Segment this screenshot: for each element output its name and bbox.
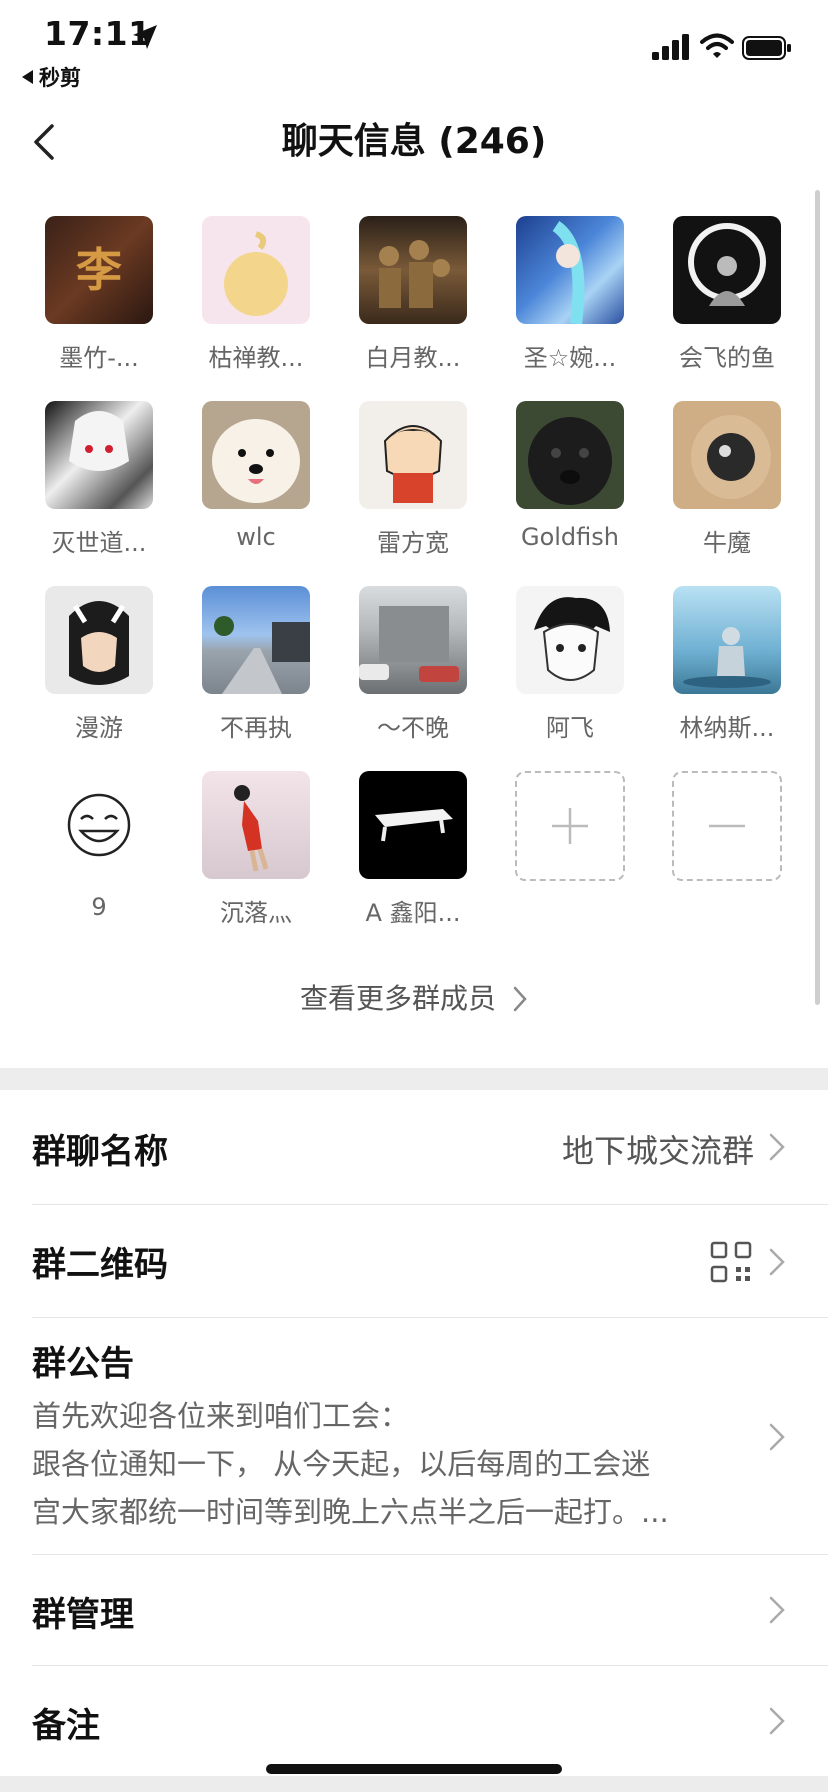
section-divider [0,1068,828,1090]
member-name: 圣☆婉... [523,344,617,372]
avatar [673,586,781,694]
member-item[interactable]: 雷方宽 [343,401,483,558]
scrollbar[interactable] [815,190,820,1005]
member-name: A 鑫阳... [365,899,461,927]
location-arrow-icon [133,25,157,49]
member-item[interactable]: 林纳斯... [657,586,797,743]
avatar [202,216,310,324]
member-item[interactable]: 牛魔 [657,401,797,558]
remark-label: 备注 [32,1706,100,1746]
member-name: ～不晚 [377,714,449,742]
member-item[interactable]: 会飞的鱼 [657,216,797,373]
plus-icon [552,808,588,844]
group-qr-row[interactable]: 群二维码 [32,1205,828,1318]
member-name: 沉落灬 [220,899,292,927]
back-triangle-icon [22,70,33,84]
group-notice-row[interactable]: 群公告 首先欢迎各位来到咱们工会： 跟各位通知一下， 从今天起，以后每周的工会迷… [32,1318,828,1555]
group-manage-row[interactable]: 群管理 [32,1555,828,1666]
avatar [673,401,781,509]
chevron-right-icon [769,1596,785,1624]
member-item[interactable]: Goldfish [500,401,640,551]
back-to-app[interactable]: 秒剪 [22,62,81,92]
bottom-section-gap [0,1776,828,1792]
member-item[interactable]: 灭世道... [29,401,169,558]
remark-row[interactable]: 备注 [32,1666,828,1776]
remove-member-button[interactable] [657,771,797,881]
chevron-right-icon [769,1248,785,1276]
member-name: 白月教... [365,344,461,372]
avatar [516,586,624,694]
avatar [45,586,153,694]
avatar [516,216,624,324]
group-name-row[interactable]: 群聊名称 地下城交流群 [32,1090,828,1205]
member-item[interactable]: 9 [29,771,169,921]
member-item[interactable]: A 鑫阳... [343,771,483,928]
signal-icon [652,34,689,60]
member-item[interactable]: wlc [186,401,326,551]
avatar [673,216,781,324]
back-app-label: 秒剪 [39,66,81,90]
add-member-button[interactable] [500,771,640,881]
member-name: wlc [236,523,276,551]
avatar [45,401,153,509]
member-item[interactable]: 李 墨竹-... [29,216,169,373]
home-indicator[interactable] [266,1764,562,1774]
remove-member-box[interactable] [672,771,782,881]
member-name: 牛魔 [703,529,751,557]
member-name: 会飞的鱼 [679,344,775,372]
notice-line-3: 宫大家都统一时间等到晚上六点半之后一起打。... [32,1495,669,1529]
member-name: 不再执 [220,714,292,742]
see-more-label: 查看更多群成员 [299,982,496,1015]
avatar [516,401,624,509]
member-item[interactable]: ～不晚 [343,586,483,743]
avatar [202,401,310,509]
chevron-right-icon [513,986,527,1012]
member-name: 枯禅教... [208,344,304,372]
avatar [359,586,467,694]
member-name: 墨竹-... [59,344,139,372]
chevron-right-icon [769,1133,785,1161]
minus-icon [709,824,745,828]
group-manage-label: 群管理 [32,1595,134,1635]
member-item[interactable]: 枯禅教... [186,216,326,373]
notice-line-2: 跟各位通知一下， 从今天起，以后每周的工会迷 [32,1447,651,1481]
avatar [359,401,467,509]
member-item[interactable]: 圣☆婉... [500,216,640,373]
avatar [202,586,310,694]
wifi-icon [700,33,734,58]
member-name: 林纳斯... [679,714,775,742]
svg-text:李: 李 [76,243,122,297]
avatar: 李 [45,216,153,324]
member-item[interactable]: 漫游 [29,586,169,743]
member-item[interactable]: 不再执 [186,586,326,743]
member-name: 阿飞 [546,714,594,742]
member-name: 漫游 [75,714,123,742]
member-name: Goldfish [520,523,619,551]
chevron-right-icon [769,1423,785,1451]
avatar [359,771,467,879]
avatar [45,771,153,879]
member-item[interactable]: 白月教... [343,216,483,373]
see-more-members-link[interactable]: 查看更多群成员 [0,975,828,1023]
avatar [202,771,310,879]
member-name: 雷方宽 [377,529,449,557]
group-qr-label: 群二维码 [32,1245,168,1285]
battery-icon [742,36,791,60]
avatar [359,216,467,324]
member-item[interactable]: 沉落灬 [186,771,326,928]
add-member-box[interactable] [515,771,625,881]
member-item[interactable]: 阿飞 [500,586,640,743]
page-title: 聊天信息 (246) [281,121,547,162]
group-name-label: 群聊名称 [32,1132,168,1172]
group-name-value: 地下城交流群 [561,1132,754,1170]
member-name: 灭世道... [51,529,147,557]
member-name: 9 [91,893,107,921]
notice-line-1: 首先欢迎各位来到咱们工会： [32,1399,410,1433]
group-notice-label: 群公告 [32,1344,134,1384]
chevron-right-icon [769,1707,785,1735]
qr-code-icon [710,1241,752,1283]
